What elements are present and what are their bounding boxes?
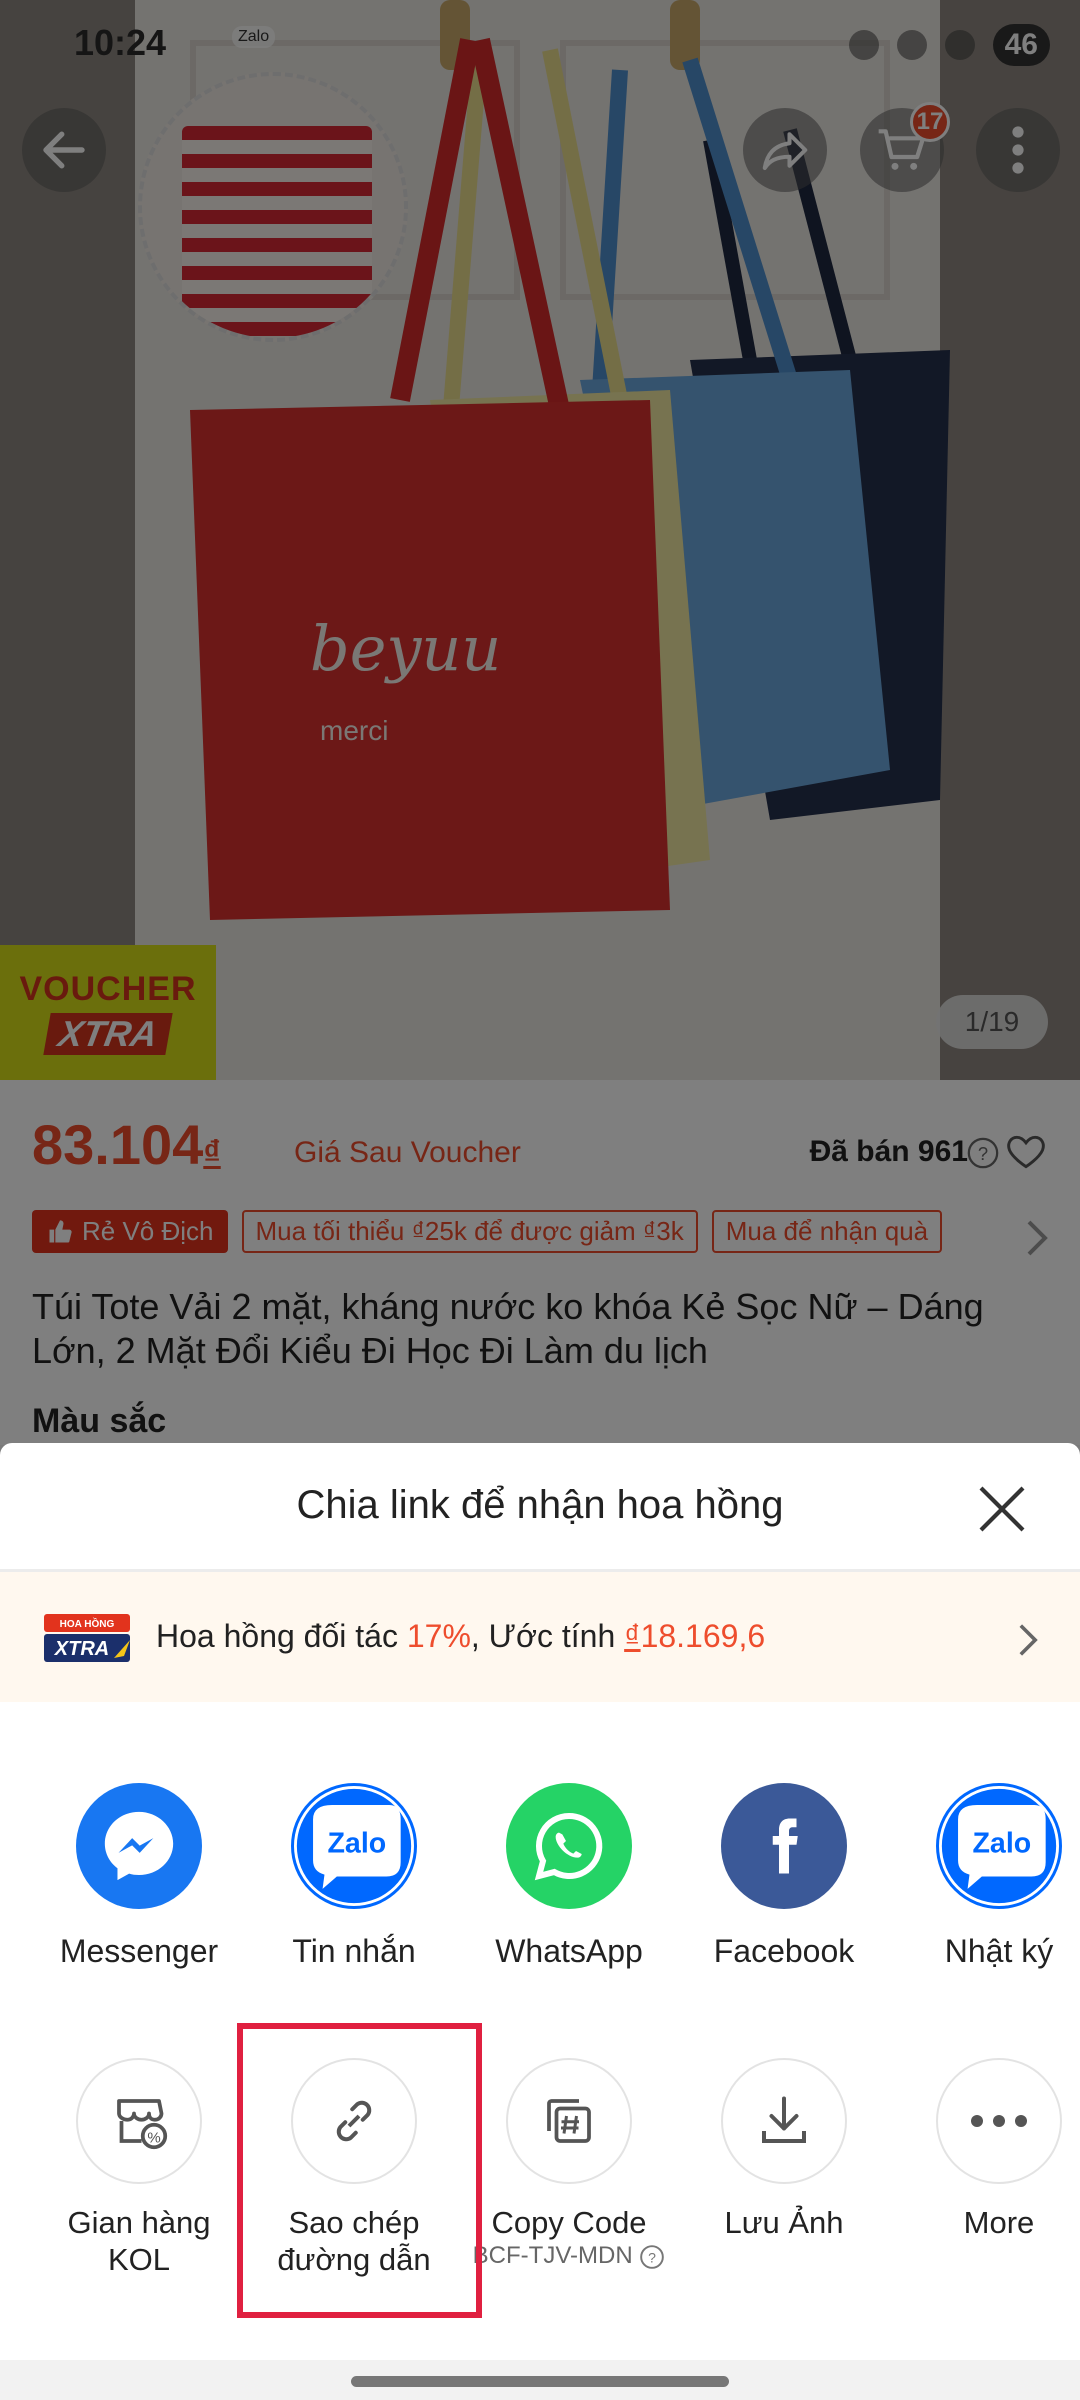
facebook-icon xyxy=(721,1783,847,1909)
help-icon[interactable]: ? xyxy=(639,2244,665,2270)
zalo-icon: Zalo xyxy=(291,1783,417,1909)
home-indicator[interactable] xyxy=(351,2376,729,2387)
tool-more[interactable]: More xyxy=(899,2058,1080,2241)
svg-text:Zalo: Zalo xyxy=(972,1828,1031,1860)
commission-banner[interactable]: HOA HỒNG XTRA Hoa hồng đối tác 17%, Ước … xyxy=(0,1572,1080,1702)
sheet-title: Chia link để nhận hoa hồng xyxy=(296,1483,784,1527)
close-icon[interactable] xyxy=(974,1481,1030,1537)
chevron-right-icon xyxy=(1019,1624,1038,1656)
whatsapp-icon xyxy=(506,1783,632,1909)
hash-copy-icon xyxy=(506,2058,632,2184)
more-icon xyxy=(936,2058,1062,2184)
referral-code: BCF-TJV-MDN ? xyxy=(469,2241,669,2271)
share-zalo-message[interactable]: Zalo Tin nhắn xyxy=(254,1783,454,1970)
commission-estimate-currency: ₫ xyxy=(624,1618,641,1654)
share-tools: % Gian hàng KOL Sao chép đường dẫn Copy Co… xyxy=(0,2058,1080,2318)
svg-text:HOA HỒNG: HOA HỒNG xyxy=(60,1617,115,1630)
svg-text:%: % xyxy=(147,2129,160,2146)
share-zalo-diary[interactable]: Zalo Nhật ký xyxy=(899,1783,1080,1970)
share-facebook[interactable]: Facebook xyxy=(684,1783,884,1970)
zalo-icon: Zalo xyxy=(936,1783,1062,1909)
svg-text:XTRA: XTRA xyxy=(54,1638,109,1660)
commission-rate: 17% xyxy=(406,1618,471,1654)
download-icon xyxy=(721,2058,847,2184)
modal-overlay[interactable] xyxy=(0,0,1080,1445)
annotation-highlight-box xyxy=(237,2023,482,2318)
svg-text:?: ? xyxy=(648,2249,656,2265)
tool-copy-code[interactable]: Copy Code BCF-TJV-MDN ? xyxy=(469,2058,669,2271)
share-sheet: Chia link để nhận hoa hồng HOA HỒNG XTRA… xyxy=(0,1443,1080,2400)
tool-kol-shop[interactable]: % Gian hàng KOL xyxy=(39,2058,239,2278)
kol-shop-icon: % xyxy=(76,2058,202,2184)
svg-text:Zalo: Zalo xyxy=(327,1828,386,1860)
commission-estimate: 18.169,6 xyxy=(640,1618,766,1654)
messenger-icon xyxy=(76,1783,202,1909)
share-whatsapp[interactable]: WhatsApp xyxy=(469,1783,669,1970)
commission-text: Hoa hồng đối tác 17%, Ước tính ₫18.169,6 xyxy=(156,1618,766,1654)
navigation-gesture-bar xyxy=(0,2360,1080,2400)
share-messenger[interactable]: Messenger xyxy=(39,1783,239,1970)
tool-save-image[interactable]: Lưu Ảnh xyxy=(684,2058,884,2241)
hoa-hong-xtra-logo: HOA HỒNG XTRA xyxy=(44,1614,130,1662)
share-targets: Messenger Zalo Tin nhắn WhatsApp Faceboo… xyxy=(0,1783,1080,1983)
